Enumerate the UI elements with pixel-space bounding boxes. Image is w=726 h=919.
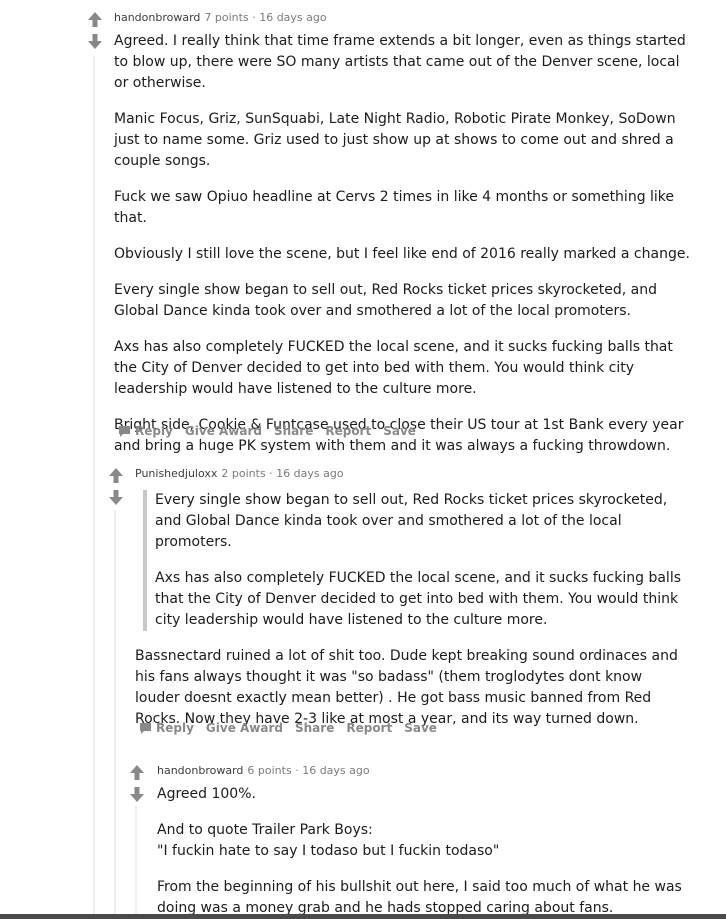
quote-paragraph: Axs has also completely FUCKED the local… [155, 570, 681, 628]
comment-score: 7 points [204, 11, 249, 24]
upvote-button[interactable] [106, 466, 126, 486]
comment-body: Every single show began to sell out, Red… [135, 490, 690, 730]
arrow-up-icon [130, 765, 144, 780]
separator: · [295, 764, 299, 777]
downvote-button[interactable] [106, 487, 126, 507]
comment-paragraph: Agreed 100%. [157, 786, 256, 802]
comment-body: Agreed 100%. And to quote Trailer Park B… [157, 784, 687, 919]
comment-actions: Reply Give Award Share Report Save [139, 720, 449, 736]
upvote-button[interactable] [127, 763, 147, 783]
reply-button[interactable]: Reply [139, 720, 194, 736]
arrow-up-icon [109, 468, 123, 483]
downvote-button[interactable] [127, 784, 147, 804]
arrow-down-icon [130, 787, 144, 802]
comment-paragraph: From the beginning of his bullshit out h… [157, 879, 682, 916]
author-link[interactable]: handonbroward [157, 764, 243, 777]
speech-bubble-icon [119, 426, 130, 437]
comment-paragraph: Every single show began to sell out, Red… [114, 282, 657, 319]
report-button[interactable]: Report [325, 423, 371, 439]
blockquote: Every single show began to sell out, Red… [143, 490, 690, 631]
vote-column [127, 763, 147, 804]
comment-paragraph: Fuck we saw Opiuo headline at Cervs 2 ti… [114, 189, 675, 226]
save-button[interactable]: Save [383, 423, 416, 439]
comment-paragraph: And to quote Trailer Park Boys: "I fucki… [157, 822, 500, 859]
upvote-button[interactable] [85, 10, 105, 30]
give-award-button[interactable]: Give Award [185, 423, 262, 439]
speech-bubble-icon [140, 723, 151, 734]
author-link[interactable]: handonbroward [114, 11, 200, 24]
comment-header: handonbroward 6 points · 16 days ago [157, 763, 687, 779]
comment-actions: Reply Give Award Share Report Save [118, 423, 428, 439]
comment-paragraph: Manic Focus, Griz, SunSquabi, Late Night… [114, 111, 676, 169]
arrow-down-icon [88, 34, 102, 49]
thread-line-level-2[interactable] [114, 510, 116, 919]
share-button[interactable]: Share [295, 720, 334, 736]
thread-line-level-1[interactable] [93, 56, 95, 919]
comment-paragraph: Agreed. I really think that time frame e… [114, 33, 686, 91]
vote-column [85, 10, 105, 51]
comment-header: Punishedjuloxx 2 points · 16 days ago [135, 466, 690, 482]
comment-age[interactable]: 16 days ago [259, 11, 326, 24]
comment-age[interactable]: 16 days ago [276, 467, 343, 480]
share-button[interactable]: Share [274, 423, 313, 439]
give-award-button[interactable]: Give Award [206, 720, 283, 736]
reply-label: Reply [156, 721, 194, 735]
report-button[interactable]: Report [346, 720, 392, 736]
comment-body: Agreed. I really think that time frame e… [114, 31, 694, 457]
separator: · [252, 11, 256, 24]
arrow-down-icon [109, 490, 123, 505]
downvote-button[interactable] [85, 31, 105, 51]
window-bottom-edge [0, 914, 726, 919]
save-button[interactable]: Save [404, 720, 437, 736]
comment-age[interactable]: 16 days ago [302, 764, 369, 777]
comment-header: handonbroward 7 points · 16 days ago [114, 10, 694, 26]
vote-column [106, 466, 126, 507]
comment-paragraph: Obviously I still love the scene, but I … [114, 246, 690, 262]
quote-paragraph: Every single show began to sell out, Red… [155, 492, 668, 550]
comment-paragraph: Bassnectard ruined a lot of shit too. Du… [135, 648, 678, 727]
reply-button[interactable]: Reply [118, 423, 173, 439]
comment-paragraph: Axs has also completely FUCKED the local… [114, 339, 673, 397]
author-link[interactable]: Punishedjuloxx [135, 467, 217, 480]
arrow-up-icon [88, 12, 102, 27]
reply-label: Reply [135, 424, 173, 438]
thread-line-level-3[interactable] [135, 806, 137, 919]
comment-score: 2 points [221, 467, 266, 480]
comment-score: 6 points [247, 764, 292, 777]
separator: · [269, 467, 273, 480]
